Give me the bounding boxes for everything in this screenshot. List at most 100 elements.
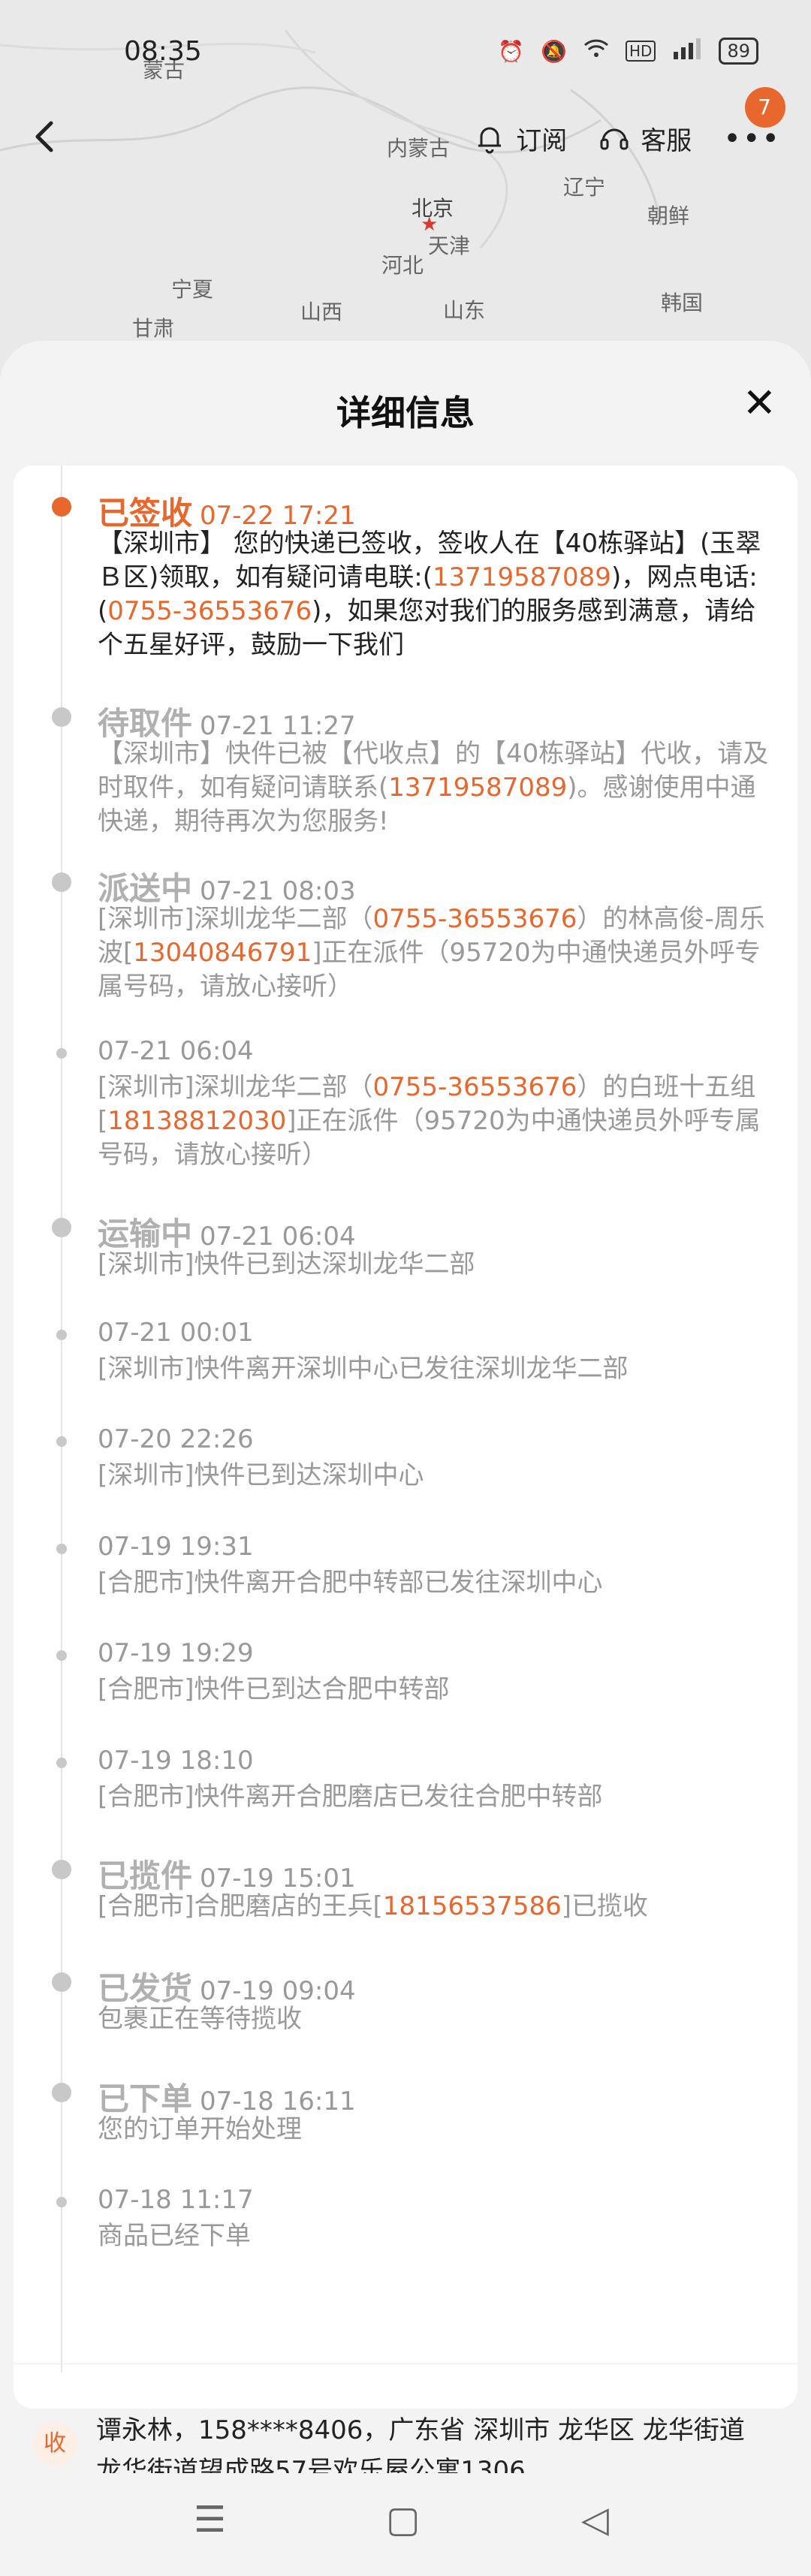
event-description: [深圳市]深圳龙华二部（0755-36553676）的白班十五组[1813881… xyxy=(98,1071,773,1172)
system-navigation-bar: ☰ ▢ ◁ xyxy=(0,2473,811,2576)
subscribe-label: 订阅 xyxy=(516,126,568,156)
event-description: [合肥市]快件离开合肥中转部已发往深圳中心 xyxy=(98,1566,773,1600)
phone-link[interactable]: 18156537586 xyxy=(383,1891,562,1921)
event-header: 07-19 18:10 xyxy=(98,1746,254,1776)
map-label: 辽宁 xyxy=(563,175,606,200)
event-description: [深圳市]快件已到达深圳龙华二部 xyxy=(98,1248,773,1282)
event-description: [深圳市]快件已到达深圳中心 xyxy=(98,1459,773,1493)
event-description: [深圳市]深圳龙华二部（0755-36553676）的林高俊-周乐波[13040… xyxy=(98,902,773,1004)
description-text: [深圳市]快件已到达深圳龙华二部 xyxy=(98,1249,475,1279)
headset-icon xyxy=(600,128,629,149)
event-time: 07-19 19:29 xyxy=(98,1638,254,1668)
event-time: 07-21 00:01 xyxy=(98,1318,254,1348)
recipient-icon: 收 xyxy=(33,2422,77,2466)
event-header: 07-19 19:29 xyxy=(98,1638,254,1668)
phone-link[interactable]: 0755-36553676 xyxy=(107,596,312,626)
home-icon[interactable]: ▢ xyxy=(386,2499,420,2541)
timeline-dot xyxy=(56,1048,67,1059)
phone-link[interactable]: 13719587089 xyxy=(388,773,567,803)
event-description: [合肥市]合肥磨店的王兵[18156537586]已揽收 xyxy=(98,1890,773,1924)
chevron-left-icon xyxy=(35,121,53,152)
event-time: 07-20 22:26 xyxy=(98,1424,254,1454)
timeline-dot xyxy=(52,872,71,892)
description-text: [深圳市]快件离开深圳中心已发往深圳龙华二部 xyxy=(98,1354,629,1384)
subscribe-button[interactable]: 订阅 xyxy=(474,120,567,157)
sheet-title: 详细信息 xyxy=(336,393,475,433)
event-description: 您的订单开始处理 xyxy=(98,2113,773,2147)
customer-service-label: 客服 xyxy=(641,126,692,156)
phone-link[interactable]: 0755-36553676 xyxy=(373,1072,577,1102)
event-time: 07-19 15:01 xyxy=(200,1863,356,1894)
menu-icon[interactable]: ☰ xyxy=(194,2499,226,2541)
timeline-dot xyxy=(52,2083,71,2102)
phone-link[interactable]: 0755-36553676 xyxy=(373,904,577,934)
event-time: 07-21 08:03 xyxy=(200,876,356,906)
more-icon: ••• xyxy=(723,121,781,156)
event-header: 07-18 11:17 xyxy=(98,2185,254,2215)
event-description: [深圳市]快件离开深圳中心已发往深圳龙华二部 xyxy=(98,1352,773,1386)
map-label: 韩国 xyxy=(661,291,704,315)
event-time: 07-22 17:21 xyxy=(200,501,356,531)
map-label: 天津 xyxy=(428,233,471,258)
event-header: 07-21 00:01 xyxy=(98,1318,254,1348)
map-label: 内蒙古 xyxy=(387,136,451,161)
event-status: 已签收 xyxy=(98,495,193,532)
event-status: 待取件 xyxy=(98,705,193,742)
timeline-dot xyxy=(56,1544,67,1554)
event-header: 07-19 19:31 xyxy=(98,1532,254,1562)
timeline-dot xyxy=(52,1972,71,1992)
map-label: 宁夏 xyxy=(171,277,214,302)
bell-icon xyxy=(478,127,502,153)
event-time: 07-21 11:27 xyxy=(200,711,356,741)
description-text: 您的订单开始处理 xyxy=(98,2114,302,2144)
event-time: 07-19 19:31 xyxy=(98,1532,254,1562)
event-header: 07-21 06:04 xyxy=(98,1036,254,1066)
back-button[interactable] xyxy=(30,119,60,162)
description-text: [深圳市]深圳龙华二部（ xyxy=(98,1072,373,1102)
event-description: 【深圳市】快件已被【代收点】的【40栋驿站】代收，请及时取件，如有疑问请联系(1… xyxy=(98,737,773,839)
timeline-dot xyxy=(52,1860,71,1879)
top-actions: 订阅 客服 ••• 7 xyxy=(474,86,785,157)
phone-link[interactable]: 13719587089 xyxy=(433,562,611,592)
phone-link[interactable]: 18138812030 xyxy=(107,1106,286,1136)
description-text: 包裹正在等待揽收 xyxy=(98,2004,302,2034)
event-header: 07-20 22:26 xyxy=(98,1424,254,1454)
signal-icon xyxy=(672,38,702,65)
description-text: [合肥市]合肥磨店的王兵[ xyxy=(98,1891,383,1921)
notification-badge: 7 xyxy=(745,86,785,128)
detail-sheet: 详细信息 ✕ 已签收 07-22 17:21 【深圳市】 您的快递已签收，签收人在【… xyxy=(0,341,811,2486)
map-label: 甘肃 xyxy=(132,316,175,341)
map-label: 朝鲜 xyxy=(647,203,690,228)
timeline-dot xyxy=(52,1218,71,1237)
status-icons: ⏰ 🔕 HD 89 xyxy=(498,38,758,65)
close-button[interactable]: ✕ xyxy=(743,383,776,423)
event-description: [合肥市]快件已到达合肥中转部 xyxy=(98,1673,773,1707)
timeline-dot xyxy=(56,1330,67,1340)
event-description: 包裹正在等待揽收 xyxy=(98,2002,773,2036)
event-description: 商品已经下单 xyxy=(98,2219,773,2253)
more-button[interactable]: ••• 7 xyxy=(723,86,785,156)
back-icon[interactable]: ◁ xyxy=(581,2499,609,2541)
map-label: 山西 xyxy=(300,300,343,324)
event-time: 07-21 06:04 xyxy=(200,1222,356,1252)
timeline-dot xyxy=(56,2197,67,2207)
event-status: 派送中 xyxy=(98,870,193,907)
event-description: [合肥市]快件离开合肥磨店已发往合肥中转部 xyxy=(98,1780,773,1814)
event-time: 07-18 11:17 xyxy=(98,2185,254,2215)
description-text: [合肥市]快件离开合肥中转部已发往深圳中心 xyxy=(98,1568,603,1598)
description-text: [深圳市]快件已到达深圳中心 xyxy=(98,1460,424,1490)
customer-service-button[interactable]: 客服 xyxy=(598,120,692,157)
description-text: [合肥市]快件已到达合肥中转部 xyxy=(98,1674,450,1704)
timeline-dot xyxy=(52,497,71,517)
battery-indicator: 89 xyxy=(719,38,758,65)
alarm-icon: ⏰ xyxy=(498,38,525,64)
description-text: 商品已经下单 xyxy=(98,2221,251,2251)
mute-icon: 🔕 xyxy=(541,38,567,64)
event-time: 07-19 18:10 xyxy=(98,1746,254,1776)
map-label: 山东 xyxy=(443,298,486,323)
event-time: 07-18 16:11 xyxy=(200,2086,356,2117)
event-time: 07-21 06:04 xyxy=(98,1036,254,1066)
phone-link[interactable]: 13040846791 xyxy=(133,938,312,968)
event-time: 07-19 09:04 xyxy=(200,1976,356,2006)
timeline-dot xyxy=(56,1650,67,1661)
